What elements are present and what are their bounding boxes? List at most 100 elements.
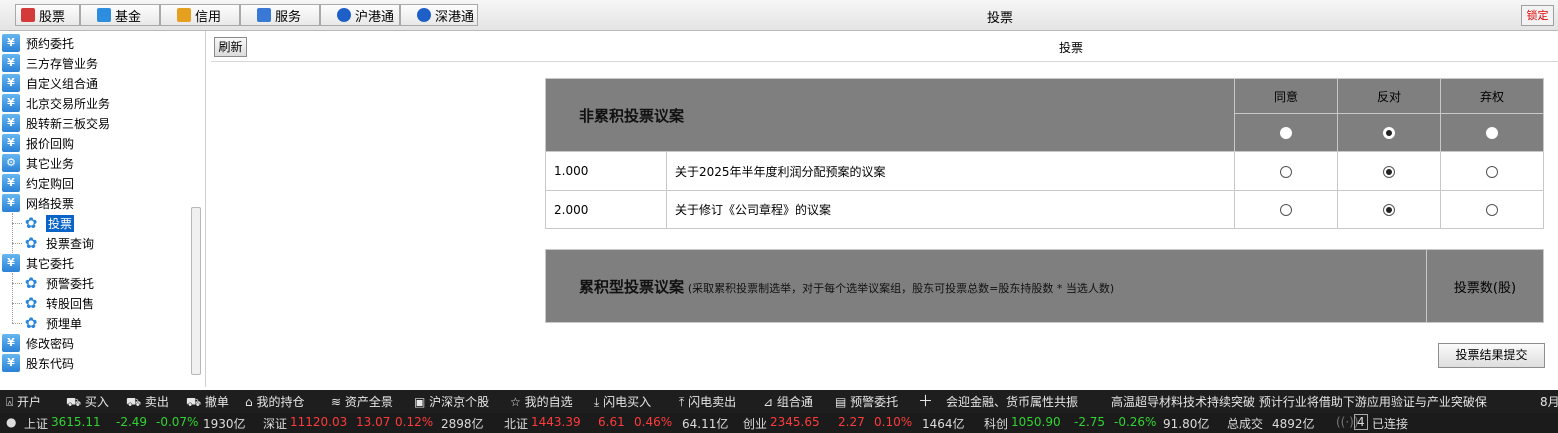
cy-index-price: 2345.65 bbox=[770, 415, 820, 429]
tab-fund[interactable]: 基金 bbox=[80, 4, 160, 26]
total-volume: 4892亿 bbox=[1272, 417, 1315, 431]
refresh-button[interactable]: 刷新 bbox=[214, 37, 247, 57]
oppose-radio[interactable] bbox=[1383, 204, 1395, 216]
sidebar-item-conversion-sellback[interactable]: ✿ 转股回售 bbox=[24, 293, 94, 313]
news-date: 8月 bbox=[1540, 395, 1558, 409]
stocks-button[interactable]: ▣ 沪深京个股 bbox=[414, 393, 489, 410]
proposal-desc: 关于2025年半年度利润分配预案的议案 bbox=[666, 151, 1235, 191]
watchlist-button[interactable]: ☆ 我的自选 bbox=[510, 393, 573, 410]
cy-index-pct: 0.10% bbox=[874, 415, 913, 429]
sidebar-item-reservation[interactable]: ¥ 预约委托 bbox=[2, 33, 74, 53]
bj-index-pct: 0.46% bbox=[634, 415, 673, 429]
holdings-button[interactable]: ⌂ 我的持仓 bbox=[245, 393, 304, 410]
tab-sh-hk-connect[interactable]: 沪港通 bbox=[320, 4, 400, 26]
sidebar-item-online-voting[interactable]: ¥ 网络投票 bbox=[2, 193, 74, 213]
lock-button[interactable]: 锁定 bbox=[1521, 5, 1554, 26]
cancel-order-button[interactable]: ⛟ 撤单 bbox=[186, 393, 229, 411]
upload-icon: ⤒ bbox=[679, 395, 689, 409]
col-vote-count: 投票数(股) bbox=[1426, 249, 1544, 323]
sidebar-item-bse[interactable]: ¥ 北京交易所业务 bbox=[2, 93, 110, 113]
oppose-radio[interactable] bbox=[1383, 165, 1395, 178]
flash-buy-button[interactable]: ⤓ 闪电买入 bbox=[594, 393, 651, 410]
gear-icon: ✿ bbox=[24, 274, 38, 292]
chart-icon: ⊿ bbox=[763, 395, 777, 409]
all-abstain-cell bbox=[1440, 113, 1544, 152]
sidebar-item-preorder[interactable]: ✿ 预埋单 bbox=[24, 313, 82, 333]
sz-index-change: 13.07 bbox=[356, 415, 391, 429]
content-toolbar: 刷新 投票 bbox=[211, 33, 1558, 62]
abstain-cell bbox=[1440, 151, 1544, 191]
news-ticker-1[interactable]: 会迎金融、货币属性共振 bbox=[946, 393, 1078, 410]
agree-radio[interactable] bbox=[1280, 204, 1292, 216]
sh-index-price: 3615.11 bbox=[51, 415, 101, 429]
kc-index-name: 科创 bbox=[984, 417, 1009, 431]
open-account-button[interactable]: ⍓ 开户 bbox=[6, 393, 41, 410]
sidebar-scrollbar[interactable] bbox=[191, 207, 201, 375]
sidebar-item-holder-code[interactable]: ¥ 股东代码 bbox=[2, 353, 74, 373]
agree-radio[interactable] bbox=[1280, 165, 1292, 178]
flash-sell-button[interactable]: ⤒ 闪电卖出 bbox=[679, 393, 736, 410]
sh-index-name: 上证 bbox=[24, 417, 49, 431]
menu-dot-icon[interactable]: ● bbox=[6, 415, 16, 429]
yuan-icon: ¥ bbox=[2, 94, 20, 112]
yuan-icon: ¥ bbox=[2, 54, 20, 72]
col-agree: 同意 bbox=[1234, 78, 1338, 114]
sidebar-item-neeq[interactable]: ¥ 股转新三板交易 bbox=[2, 113, 110, 133]
bj-index-amount: 64.11亿 bbox=[682, 417, 729, 431]
all-agree-radio[interactable] bbox=[1280, 127, 1292, 139]
sz-index-name: 深证 bbox=[263, 417, 288, 431]
yuan-icon: ¥ bbox=[2, 334, 20, 352]
total-label: 总成交 bbox=[1227, 417, 1264, 431]
connection-status: 已连接 bbox=[1372, 417, 1409, 431]
tab-sz-hk-connect[interactable]: 深港通 bbox=[400, 4, 478, 26]
database-icon: ≋ bbox=[331, 395, 345, 409]
tree-connector bbox=[12, 223, 22, 224]
all-oppose-radio[interactable] bbox=[1383, 127, 1395, 139]
sidebar-item-agreed-repo[interactable]: ¥ 约定购回 bbox=[2, 173, 74, 193]
gear-icon: ✿ bbox=[24, 234, 38, 252]
cum-note: (采取累积投票制选举，对于每个选举议案组，股东可投票总数=股东持股数 * 当选人… bbox=[687, 281, 1115, 295]
tree-connector bbox=[12, 303, 22, 304]
buy-button[interactable]: ⛟ 买入 bbox=[66, 393, 109, 411]
gear-icon: ⚙ bbox=[2, 154, 20, 172]
sidebar-item-custom-portfolio[interactable]: ¥ 自定义组合通 bbox=[2, 73, 98, 93]
tree-connector bbox=[12, 323, 22, 324]
cum-title-cell: 累积型投票议案 (采取累积投票制选举，对于每个选举议案组，股东可投票总数=股东持… bbox=[545, 249, 1427, 323]
news-ticker-2[interactable]: 高温超导材料技术持续突破 预计行业将借助下游应用验证与产业突破保 bbox=[1111, 393, 1487, 410]
tab-stock[interactable]: 股票 bbox=[15, 4, 80, 26]
yuan-icon: ¥ bbox=[2, 74, 20, 92]
submit-votes-button[interactable]: 投票结果提交 bbox=[1438, 343, 1545, 368]
sidebar-item-alert-order[interactable]: ✿ 预警委托 bbox=[24, 273, 94, 293]
sidebar-item-other-business[interactable]: ⚙ 其它业务 bbox=[2, 153, 74, 173]
cy-index-amount: 1464亿 bbox=[922, 417, 965, 431]
alert-order-button[interactable]: ▤ 预警委托 bbox=[835, 393, 898, 410]
tab-service[interactable]: 服务 bbox=[240, 4, 320, 26]
gear-icon: ✿ bbox=[24, 214, 38, 232]
cy-index-change: 2.27 bbox=[838, 415, 865, 429]
sell-button[interactable]: ⛟ 卖出 bbox=[126, 393, 169, 411]
table-row: 2.000 关于修订《公司章程》的议案 bbox=[545, 190, 1544, 229]
assets-button[interactable]: ≋ 资产全景 bbox=[331, 393, 393, 410]
cum-vote-table: 累积型投票议案 (采取累积投票制选举，对于每个选举议案组，股东可投票总数=股东持… bbox=[545, 249, 1544, 323]
home-icon: ⌂ bbox=[245, 395, 257, 409]
oppose-cell bbox=[1337, 151, 1441, 191]
sidebar-item-change-password[interactable]: ¥ 修改密码 bbox=[2, 333, 74, 353]
sidebar-item-depository[interactable]: ¥ 三方存管业务 bbox=[2, 53, 98, 73]
service-icon bbox=[257, 8, 271, 22]
all-abstain-radio[interactable] bbox=[1486, 127, 1498, 139]
cart-icon: ⛟ bbox=[66, 395, 85, 409]
kc-index-amount: 91.80亿 bbox=[1163, 417, 1210, 431]
tab-credit[interactable]: 信用 bbox=[160, 4, 240, 26]
yuan-icon: ¥ bbox=[2, 194, 20, 212]
abstain-radio[interactable] bbox=[1486, 204, 1498, 216]
plus-icon[interactable]: ＋ bbox=[918, 390, 933, 411]
portfolio-button[interactable]: ⊿ 组合通 bbox=[763, 393, 813, 410]
sidebar-item-vote-query[interactable]: ✿ 投票查询 bbox=[24, 233, 94, 253]
sidebar-item-quote-repo[interactable]: ¥ 报价回购 bbox=[2, 133, 74, 153]
yuan-icon: ¥ bbox=[2, 254, 20, 272]
sidebar-item-other-orders[interactable]: ¥ 其它委托 bbox=[2, 253, 74, 273]
connection-count: 4 bbox=[1354, 414, 1368, 430]
sidebar-item-vote[interactable]: ✿ 投票 bbox=[24, 213, 75, 233]
yuan-icon: ¥ bbox=[2, 134, 20, 152]
abstain-radio[interactable] bbox=[1486, 165, 1498, 178]
